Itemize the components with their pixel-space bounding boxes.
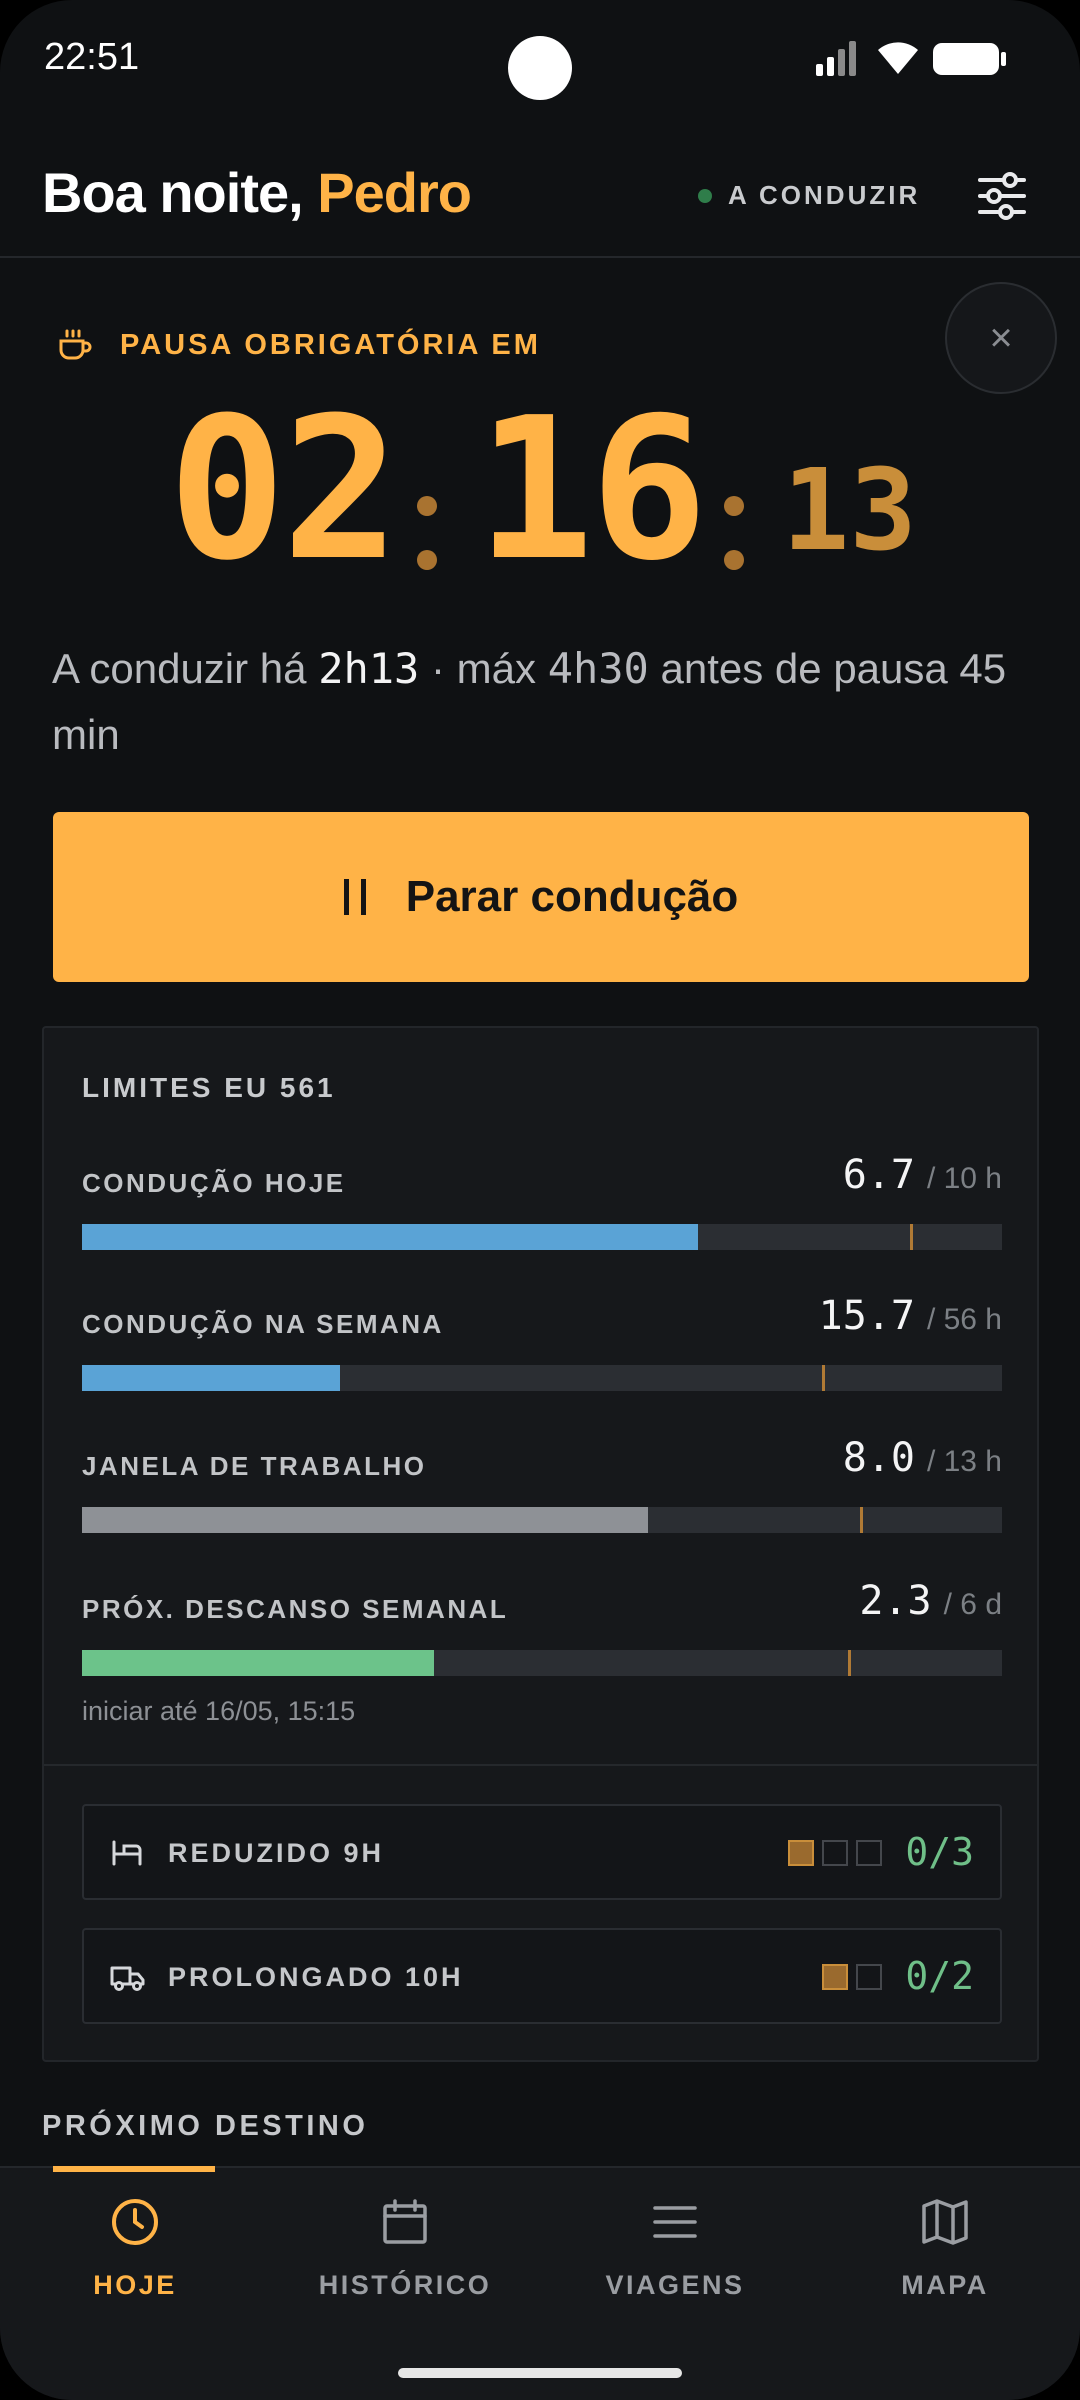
quota-extended-driving[interactable]: PROLONGADO 10H 0/2 [82, 1928, 1002, 2024]
limit-progress-fill [82, 1650, 435, 1676]
quota-box [822, 1964, 848, 1990]
greeting: Boa noite, Pedro [42, 160, 472, 225]
limit-max: / 10 h [926, 1162, 1002, 1195]
home-indicator[interactable] [398, 2368, 682, 2378]
quota-count: 0/2 [905, 1954, 974, 1998]
timer-minutes: 16 [476, 376, 708, 604]
close-icon: × [989, 315, 1013, 360]
nav-tab-label: HISTÓRICO [318, 2270, 492, 2300]
limit-progress-fill [82, 1365, 340, 1391]
quota-box [822, 1840, 848, 1866]
quota-label: REDUZIDO 9H [168, 1838, 385, 1868]
info-middle: · máx [431, 645, 537, 692]
phone-screen: 22:51 Boa noite, Pedro A CONDUZIR × PAUS… [0, 0, 1080, 2400]
limit-deadline: iniciar até 16/05, 15:15 [82, 1696, 356, 1726]
driving-status-label: A CONDUZIR [728, 180, 921, 210]
coffee-cup-icon [59, 329, 92, 360]
limit-max: / 56 h [926, 1303, 1002, 1336]
list-icon [653, 2206, 697, 2238]
status-time: 22:51 [44, 36, 140, 78]
limits-title: LIMITES EU 561 [82, 1072, 336, 1103]
nav-tab-history[interactable]: HISTÓRICO [270, 2196, 540, 2301]
nav-tab-map[interactable]: MAPA [810, 2196, 1080, 2301]
sliders-icon[interactable] [976, 170, 1028, 222]
limit-value: 8.0 / 13 h [843, 1435, 1002, 1481]
clock-icon [112, 2199, 158, 2245]
limit-threshold-marker [860, 1507, 864, 1533]
break-countdown: 02 16 13 [0, 390, 1080, 590]
limit-progress-bar [82, 1224, 1002, 1250]
quota-box [788, 1840, 814, 1866]
limit-threshold-marker [910, 1224, 913, 1250]
timer-colon [417, 550, 437, 570]
limit-value: 2.3 / 6 d [859, 1578, 1002, 1624]
app-header: Boa noite, Pedro A CONDUZIR [0, 130, 1080, 258]
nav-tab-today[interactable]: HOJE [0, 2196, 270, 2301]
limit-threshold-marker [821, 1365, 825, 1391]
status-dot-icon [698, 188, 712, 203]
limit-current: 6.7 [842, 1152, 915, 1198]
quota-boxes [788, 1840, 882, 1866]
timer-colon [724, 496, 744, 516]
signal-icon [816, 41, 856, 76]
nav-tab-label: VIAGENS [605, 2270, 745, 2300]
nav-tab-label: MAPA [901, 2270, 989, 2300]
map-icon [922, 2199, 968, 2245]
timer-hours: 02 [168, 376, 400, 604]
quota-boxes [822, 1964, 882, 1990]
bed-icon [112, 1840, 142, 1866]
next-destination-title: PRÓXIMO DESTINO [42, 2110, 369, 2142]
wifi-icon [878, 42, 918, 74]
limit-label: PRÓX. DESCANSO SEMANAL [82, 1594, 509, 1624]
bottom-nav: HOJE HISTÓRICO VIAGENS MAPA [0, 2166, 1080, 2400]
driving-status: A CONDUZIR [698, 180, 920, 211]
nav-tab-label: HOJE [93, 2270, 177, 2300]
quota-count: 0/3 [905, 1830, 974, 1874]
info-driven-time: 2h13 [318, 644, 420, 693]
divider [44, 1764, 1037, 1766]
stop-driving-label: Parar condução [405, 872, 739, 921]
timer-colon [417, 496, 437, 516]
user-name: Pedro [317, 161, 472, 224]
timer-colon [724, 550, 744, 570]
info-max-time: 4h30 [547, 644, 649, 693]
limit-current: 8.0 [842, 1435, 915, 1481]
limit-threshold-marker [848, 1650, 852, 1676]
nav-tab-trips[interactable]: VIAGENS [540, 2196, 810, 2301]
limit-max: / 13 h [926, 1445, 1002, 1478]
truck-icon [110, 1966, 145, 1991]
quota-box [856, 1964, 882, 1990]
limit-current: 2.3 [859, 1578, 932, 1624]
quota-box [856, 1840, 882, 1866]
calendar-icon [383, 2199, 427, 2244]
driving-info: A conduzir há 2h13 · máx 4h30 antes de p… [52, 636, 1032, 768]
limit-current: 15.7 [818, 1293, 915, 1339]
limit-progress-bar [82, 1650, 1002, 1676]
limit-value: 15.7 / 56 h [819, 1293, 1002, 1339]
limit-progress-fill [82, 1507, 648, 1533]
limit-progress-bar [82, 1507, 1002, 1533]
pause-label: PAUSA OBRIGATÓRIA EM [58, 328, 541, 362]
limit-progress-bar [82, 1365, 1002, 1391]
limit-value: 6.7 / 10 h [843, 1152, 1002, 1198]
battery-icon [933, 43, 1006, 75]
pause-label-text: PAUSA OBRIGATÓRIA EM [120, 328, 541, 361]
timer-seconds: 13 [782, 446, 917, 576]
limit-label: JANELA DE TRABALHO [82, 1451, 427, 1481]
quota-reduced-rest[interactable]: REDUZIDO 9H 0/3 [82, 1804, 1002, 1900]
limit-label: CONDUÇÃO NA SEMANA [82, 1309, 444, 1339]
limit-label: CONDUÇÃO HOJE [82, 1168, 346, 1198]
pause-icon [343, 879, 366, 915]
close-button[interactable]: × [945, 282, 1057, 394]
camera-cutout [508, 36, 572, 100]
active-tab-indicator [53, 2166, 215, 2172]
greeting-text: Boa noite, [42, 161, 304, 224]
stop-driving-button[interactable]: Parar condução [53, 812, 1029, 982]
quota-label: PROLONGADO 10H [168, 1962, 464, 1992]
info-prefix: A conduzir há [52, 645, 307, 692]
limit-max: / 6 d [943, 1588, 1002, 1621]
limits-card: LIMITES EU 561 CONDUÇÃO HOJE 6.7 / 10 h C… [42, 1026, 1039, 2062]
status-bar: 22:51 [0, 0, 1080, 120]
limit-progress-fill [82, 1224, 699, 1250]
